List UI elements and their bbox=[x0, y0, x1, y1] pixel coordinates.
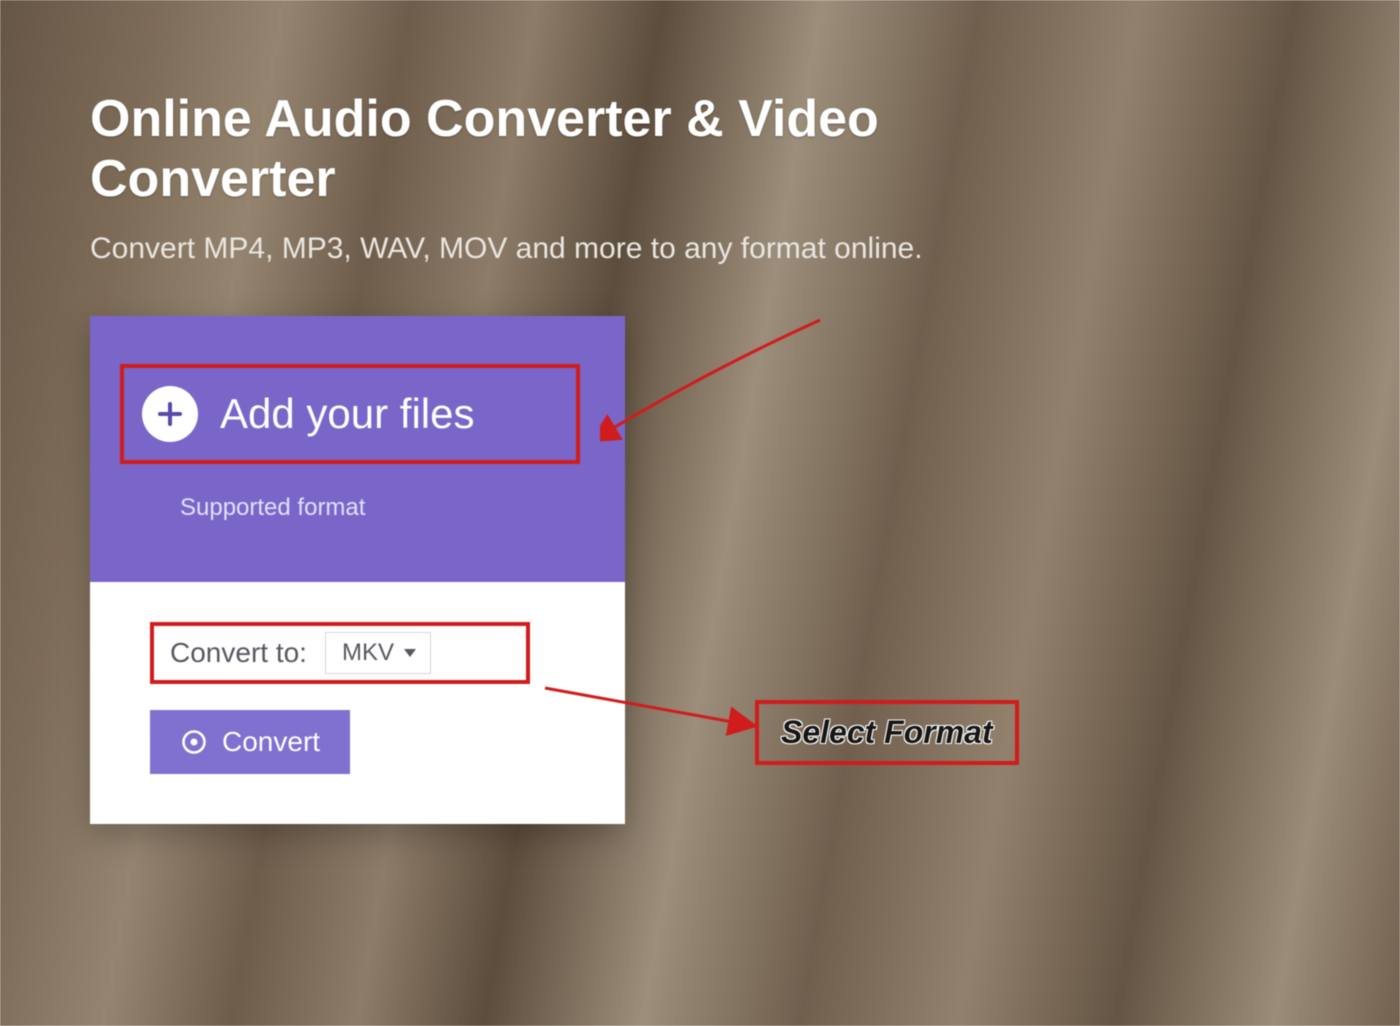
convert-button[interactable]: Convert bbox=[150, 710, 350, 774]
page-background: Online Audio Converter & Video Converter… bbox=[0, 0, 1400, 1026]
convert-to-label: Convert to: bbox=[170, 637, 307, 669]
page-subtitle: Convert MP4, MP3, WAV, MOV and more to a… bbox=[90, 232, 1340, 266]
chevron-down-icon bbox=[404, 649, 416, 657]
format-select[interactable]: MKV bbox=[325, 632, 431, 674]
format-select-value: MKV bbox=[342, 639, 394, 667]
content-area: Online Audio Converter & Video Converter… bbox=[90, 90, 1340, 824]
add-files-label: Add your files bbox=[220, 390, 474, 438]
add-files-button[interactable]: Add your files bbox=[120, 364, 580, 464]
converter-panel: Add your files Supported format Convert … bbox=[90, 316, 625, 824]
page-title: Online Audio Converter & Video Converter bbox=[90, 90, 910, 210]
convert-to-row: Convert to: MKV bbox=[150, 622, 530, 684]
convert-icon bbox=[180, 728, 208, 756]
plus-icon bbox=[142, 386, 198, 442]
convert-button-label: Convert bbox=[222, 726, 320, 758]
select-format-callout: Select Format bbox=[755, 700, 1019, 765]
upload-section: Add your files Supported format bbox=[90, 316, 625, 582]
convert-section: Convert to: MKV Convert bbox=[90, 582, 625, 824]
supported-format-link[interactable]: Supported format bbox=[180, 494, 595, 522]
